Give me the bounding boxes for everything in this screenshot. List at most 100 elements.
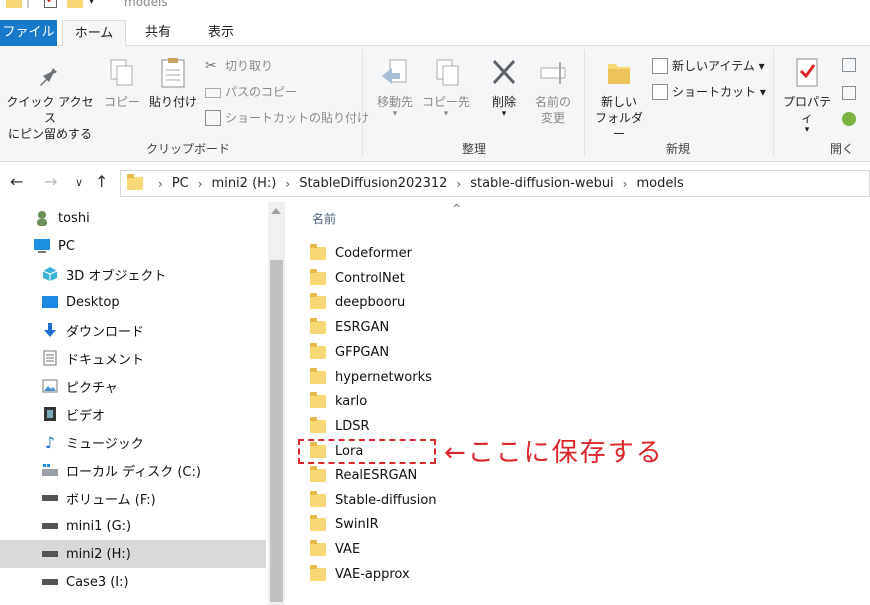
nav-item-label: toshi xyxy=(58,210,90,226)
tab-file[interactable]: ファイル xyxy=(0,20,57,46)
properties-check-icon[interactable] xyxy=(44,0,58,8)
folder-row[interactable]: RealESRGAN xyxy=(310,463,417,487)
folder-icon xyxy=(6,0,22,8)
nav-item-pictures[interactable]: ピクチャ xyxy=(0,372,266,400)
folder-icon xyxy=(310,391,326,408)
breadcrumb-models[interactable]: models xyxy=(636,176,683,191)
nav-item-mini1-g[interactable]: mini1 (G:) xyxy=(0,512,266,540)
scroll-up-arrow-icon[interactable] xyxy=(271,208,281,214)
copy-to-button[interactable]: コピー先 ▾ xyxy=(421,56,471,119)
cut-button[interactable]: ✂ 切り取り xyxy=(205,56,273,76)
folder-row[interactable]: VAE-approx xyxy=(310,562,410,586)
nav-scrollbar[interactable] xyxy=(268,202,285,605)
nav-item-label: PC xyxy=(58,238,75,254)
nav-item-label: Desktop xyxy=(66,294,120,310)
folder-row[interactable]: Codeformer xyxy=(310,241,412,265)
cut-label: 切り取り xyxy=(225,59,274,73)
folder-row[interactable]: LDSR xyxy=(310,414,370,438)
nav-item-pc[interactable]: PC xyxy=(0,232,266,260)
paste-label: 貼り付け xyxy=(148,95,197,109)
properties-icon xyxy=(796,58,818,87)
new-folder-icon xyxy=(608,64,630,84)
breadcrumb-drive[interactable]: mini2 (H:) xyxy=(212,176,277,191)
edit-icon[interactable] xyxy=(842,86,856,100)
folder-row[interactable]: Stable-diffusion xyxy=(310,488,437,512)
folder-icon xyxy=(310,564,326,581)
pin-label-2: にピン留めする xyxy=(7,127,92,141)
paste-button[interactable]: 貼り付け xyxy=(146,56,200,110)
pin-to-quick-access-button[interactable]: クイック アクセス にピン留めする xyxy=(2,56,98,142)
drive-icon xyxy=(40,489,60,507)
nav-item-label: ドキュメント xyxy=(66,352,145,368)
forward-arrow-icon[interactable]: → xyxy=(44,172,57,191)
history-icon[interactable] xyxy=(842,112,856,126)
clipboard-group-label: クリップボード xyxy=(146,142,231,156)
recent-locations-icon[interactable]: ∨ xyxy=(75,176,83,189)
desktop-icon xyxy=(40,293,60,311)
move-to-dropdown-icon: ▾ xyxy=(392,109,398,119)
picture-icon xyxy=(40,377,60,395)
nav-item-case3-i[interactable]: Case3 (I:) xyxy=(0,568,266,596)
breadcrumb-separator-icon: › xyxy=(158,176,163,191)
folder-name: ControlNet xyxy=(335,270,405,286)
shortcut-label: ショートカット ▾ xyxy=(672,85,766,99)
folder-name: RealESRGAN xyxy=(335,467,418,483)
open-icon[interactable] xyxy=(842,58,856,72)
new-folder-label-1: 新しい xyxy=(600,95,637,109)
folder-row[interactable]: hypernetworks xyxy=(310,365,432,389)
back-arrow-icon[interactable]: ← xyxy=(10,172,23,191)
folder-row[interactable]: ESRGAN xyxy=(310,315,389,339)
tab-view[interactable]: 表示 xyxy=(196,20,246,46)
nav-item-volume-f[interactable]: ボリューム (F:) xyxy=(0,484,266,512)
nav-item-downloads[interactable]: ダウンロード xyxy=(0,316,266,344)
ribbon-tabs: ファイル ホーム 共有 表示 xyxy=(0,20,870,47)
tab-home[interactable]: ホーム xyxy=(62,20,126,47)
scrollbar-thumb[interactable] xyxy=(270,260,283,602)
folder-name: karlo xyxy=(335,393,368,409)
folder-row[interactable]: SwinIR xyxy=(310,512,379,536)
folder-name: hypernetworks xyxy=(335,369,432,385)
address-bar[interactable]: › PC › mini2 (H:) › StableDiffusion20231… xyxy=(120,170,870,197)
shortcut-button[interactable]: ショートカット ▾ xyxy=(652,82,766,102)
rename-button[interactable]: 名前の 変更 xyxy=(528,56,578,126)
new-folder-button[interactable]: 新しい フォルダー xyxy=(590,56,648,142)
paste-shortcut-button[interactable]: ショートカットの貼り付け xyxy=(205,108,369,128)
properties-button[interactable]: プロパティ ▾ xyxy=(778,56,836,135)
quick-access-toolbar[interactable]: | ▾ xyxy=(6,0,94,8)
folder-row[interactable]: karlo xyxy=(310,389,367,413)
nav-item-videos[interactable]: ビデオ xyxy=(0,400,266,428)
nav-item-documents[interactable]: ドキュメント xyxy=(0,344,266,372)
breadcrumb-separator-icon: › xyxy=(622,176,628,191)
delete-button[interactable]: 削除 ▾ xyxy=(482,56,526,119)
nav-item-music[interactable]: ♪ ミュージック xyxy=(0,428,266,456)
breadcrumb-stablediffusion[interactable]: StableDiffusion202312 xyxy=(299,176,447,191)
folder-row[interactable]: ControlNet xyxy=(310,266,405,290)
rename-icon xyxy=(540,62,566,84)
folder-row[interactable]: GFPGAN xyxy=(310,340,389,364)
folder-name: SwinIR xyxy=(335,516,379,532)
up-arrow-icon[interactable]: ↑ xyxy=(95,172,108,191)
nav-item-local-disk-c[interactable]: ローカル ディスク (C:) xyxy=(0,456,266,484)
move-to-button[interactable]: 移動先 ▾ xyxy=(370,56,420,119)
pin-label-1: クイック アクセス xyxy=(6,95,94,125)
new-item-button[interactable]: 新しいアイテム ▾ xyxy=(652,56,765,76)
new-folder-icon[interactable] xyxy=(67,0,84,8)
copy-button[interactable]: コピー xyxy=(100,56,144,110)
folder-row[interactable]: deepbooru xyxy=(310,290,405,314)
nav-item-mini2-h[interactable]: mini2 (H:) xyxy=(0,540,266,568)
breadcrumb-webui[interactable]: stable-diffusion-webui xyxy=(470,176,613,191)
nav-item-desktop[interactable]: Desktop xyxy=(0,288,266,316)
folder-icon xyxy=(310,514,326,531)
tab-share[interactable]: 共有 xyxy=(136,20,180,46)
breadcrumb-separator-icon: › xyxy=(197,176,203,191)
copy-path-button[interactable]: パスのコピー xyxy=(205,82,297,102)
nav-item-3d-objects[interactable]: 3D オブジェクト xyxy=(0,260,266,288)
breadcrumb-pc[interactable]: PC xyxy=(172,176,189,191)
column-header-name[interactable]: 名前 xyxy=(312,210,336,227)
properties-dropdown-icon: ▾ xyxy=(804,125,810,135)
folder-row[interactable]: VAE xyxy=(310,537,360,561)
nav-item-toshi[interactable]: toshi xyxy=(0,204,266,232)
title-bar: | ▾ models xyxy=(0,0,870,20)
ribbon: クイック アクセス にピン留めする コピー 貼り付け ✂ 切り取り パスのコピー… xyxy=(0,46,870,162)
customize-toolbar-icon[interactable]: ▾ xyxy=(89,0,94,7)
